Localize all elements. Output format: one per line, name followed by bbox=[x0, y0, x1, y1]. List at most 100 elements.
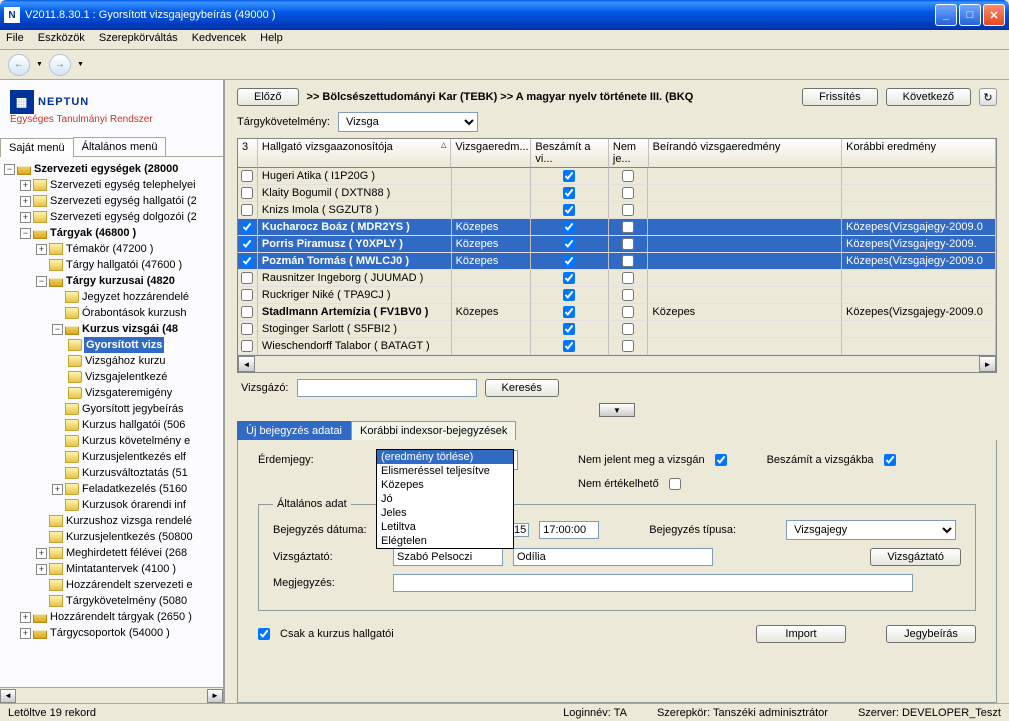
row-counts-checkbox[interactable] bbox=[563, 204, 575, 216]
prev-button[interactable]: Előző bbox=[237, 88, 299, 106]
only-course-checkbox[interactable] bbox=[258, 628, 270, 640]
row-counts-checkbox[interactable] bbox=[563, 170, 575, 182]
row-checkbox[interactable] bbox=[241, 289, 253, 301]
nav-forward-button[interactable]: → bbox=[49, 54, 71, 76]
col-absent[interactable]: Nem je... bbox=[609, 139, 649, 168]
requirement-select[interactable]: Vizsga bbox=[338, 112, 478, 132]
nav-back-button[interactable]: ← bbox=[8, 54, 30, 76]
col-prev[interactable]: Korábbi eredmény bbox=[842, 139, 996, 168]
tree-item-selected[interactable]: Gyorsított vizs bbox=[84, 337, 164, 353]
examiner-last-input[interactable] bbox=[513, 548, 713, 566]
row-checkbox[interactable] bbox=[241, 255, 253, 267]
table-row[interactable]: Klaity Bogumil ( DXTN88 ) bbox=[238, 185, 996, 202]
row-counts-checkbox[interactable] bbox=[563, 289, 575, 301]
row-counts-checkbox[interactable] bbox=[563, 221, 575, 233]
table-row[interactable]: Wieschendorff Talabor ( BATAGT ) bbox=[238, 338, 996, 355]
grade-option[interactable]: Jeles bbox=[377, 506, 513, 520]
tab-prev-entries[interactable]: Korábbi indexsor-bejegyzések bbox=[351, 421, 516, 440]
row-checkbox[interactable] bbox=[241, 323, 253, 335]
minimize-button[interactable]: _ bbox=[935, 4, 957, 26]
table-row[interactable]: Stoginger Sarlott ( S5FBI2 ) bbox=[238, 321, 996, 338]
grid-scroll-left[interactable]: ◄ bbox=[238, 356, 255, 372]
col-enter[interactable]: Beírandó vizsgaeredmény bbox=[649, 139, 843, 168]
import-button[interactable]: Import bbox=[756, 625, 846, 643]
menu-tools[interactable]: Eszközök bbox=[38, 32, 85, 47]
row-checkbox[interactable] bbox=[241, 306, 253, 318]
collapse-toggle[interactable]: ▼ bbox=[599, 403, 635, 417]
refresh-button[interactable]: Frissítés bbox=[802, 88, 878, 106]
row-absent-checkbox[interactable] bbox=[622, 238, 634, 250]
scroll-left-button[interactable]: ◄ bbox=[0, 689, 16, 703]
row-absent-checkbox[interactable] bbox=[622, 323, 634, 335]
row-counts-checkbox[interactable] bbox=[563, 238, 575, 250]
row-checkbox[interactable] bbox=[241, 272, 253, 284]
table-row[interactable]: Rausnitzer Ingeborg ( JUUMAD ) bbox=[238, 270, 996, 287]
next-button[interactable]: Következő bbox=[886, 88, 971, 106]
row-counts-checkbox[interactable] bbox=[563, 306, 575, 318]
grid-scroll-right[interactable]: ► bbox=[979, 356, 996, 372]
menu-favorites[interactable]: Kedvencek bbox=[192, 32, 246, 47]
uneval-checkbox[interactable] bbox=[669, 478, 681, 490]
entry-type-select[interactable]: Vizsgajegy bbox=[786, 520, 956, 540]
search-button[interactable]: Keresés bbox=[485, 379, 559, 397]
table-row[interactable]: Pozmán Tormás ( MWLCJ0 )KözepesKözepes(V… bbox=[238, 253, 996, 270]
row-counts-checkbox[interactable] bbox=[563, 323, 575, 335]
scroll-right-button[interactable]: ► bbox=[207, 689, 223, 703]
row-absent-checkbox[interactable] bbox=[622, 170, 634, 182]
table-row[interactable]: Kucharocz Boáz ( MDR2YS )KözepesKözepes(… bbox=[238, 219, 996, 236]
time-input[interactable] bbox=[539, 521, 599, 539]
row-absent-checkbox[interactable] bbox=[622, 255, 634, 267]
absent-checkbox[interactable] bbox=[715, 454, 727, 466]
table-row[interactable]: Porris Piramusz ( Y0XPLY )KözepesKözepes… bbox=[238, 236, 996, 253]
sidebar-tab-general[interactable]: Általános menü bbox=[73, 137, 167, 156]
reload-icon[interactable]: ↻ bbox=[979, 88, 997, 106]
row-checkbox[interactable] bbox=[241, 340, 253, 352]
nav-fwd-drop[interactable]: ▼ bbox=[77, 61, 84, 68]
grade-option[interactable]: (eredmény törlése) bbox=[377, 450, 513, 464]
note-input[interactable] bbox=[393, 574, 913, 592]
table-row[interactable]: Ruckriger Niké ( TPA9CJ ) bbox=[238, 287, 996, 304]
counts-checkbox[interactable] bbox=[884, 454, 896, 466]
grade-option[interactable]: Letiltva bbox=[377, 520, 513, 534]
grade-option[interactable]: Elismeréssel teljesítve bbox=[377, 464, 513, 478]
row-absent-checkbox[interactable] bbox=[622, 306, 634, 318]
row-absent-checkbox[interactable] bbox=[622, 221, 634, 233]
row-checkbox[interactable] bbox=[241, 170, 253, 182]
sidebar-tab-own[interactable]: Saját menü bbox=[0, 138, 74, 157]
table-row[interactable]: Stadlmann Artemízia ( FV1BV0 )KözepesKöz… bbox=[238, 304, 996, 321]
row-checkbox[interactable] bbox=[241, 221, 253, 233]
write-grade-button[interactable]: Jegybeírás bbox=[886, 625, 976, 643]
row-absent-checkbox[interactable] bbox=[622, 289, 634, 301]
close-button[interactable]: ✕ bbox=[983, 4, 1005, 26]
row-checkbox[interactable] bbox=[241, 204, 253, 216]
row-counts-checkbox[interactable] bbox=[563, 255, 575, 267]
grade-option[interactable]: Jó bbox=[377, 492, 513, 506]
row-counts-checkbox[interactable] bbox=[563, 272, 575, 284]
table-row[interactable]: Knizs Imola ( SGZUT8 ) bbox=[238, 202, 996, 219]
maximize-button[interactable]: □ bbox=[959, 4, 981, 26]
tab-new-entry[interactable]: Új bejegyzés adatai bbox=[237, 421, 351, 440]
row-checkbox[interactable] bbox=[241, 187, 253, 199]
examiner-first-input[interactable] bbox=[393, 548, 503, 566]
col-counts[interactable]: Beszámít a vi... bbox=[531, 139, 608, 168]
grade-option[interactable]: Elégtelen bbox=[377, 534, 513, 548]
examinee-input[interactable] bbox=[297, 379, 477, 397]
table-row[interactable]: Hugeri Atika ( I1P20G ) bbox=[238, 168, 996, 185]
examiner-button[interactable]: Vizsgáztató bbox=[870, 548, 961, 566]
grade-dropdown-list[interactable]: (eredmény törlése) Elismeréssel teljesít… bbox=[376, 449, 514, 549]
row-absent-checkbox[interactable] bbox=[622, 340, 634, 352]
row-checkbox[interactable] bbox=[241, 238, 253, 250]
col-student[interactable]: Hallgató vizsgaazonosítója △ bbox=[258, 139, 452, 168]
tree-view[interactable]: −Szervezeti egységek (28000 +Szervezeti … bbox=[0, 157, 223, 687]
menu-help[interactable]: Help bbox=[260, 32, 283, 47]
col-num[interactable]: 3 bbox=[238, 139, 258, 168]
row-counts-checkbox[interactable] bbox=[563, 187, 575, 199]
col-result[interactable]: Vizsgaeredm... bbox=[451, 139, 531, 168]
nav-back-drop[interactable]: ▼ bbox=[36, 61, 43, 68]
row-absent-checkbox[interactable] bbox=[622, 187, 634, 199]
grade-option[interactable]: Közepes bbox=[377, 478, 513, 492]
menu-roleswitch[interactable]: Szerepkörváltás bbox=[99, 32, 178, 47]
row-absent-checkbox[interactable] bbox=[622, 272, 634, 284]
tree-toggle[interactable]: − bbox=[4, 164, 15, 175]
menu-file[interactable]: File bbox=[6, 32, 24, 47]
